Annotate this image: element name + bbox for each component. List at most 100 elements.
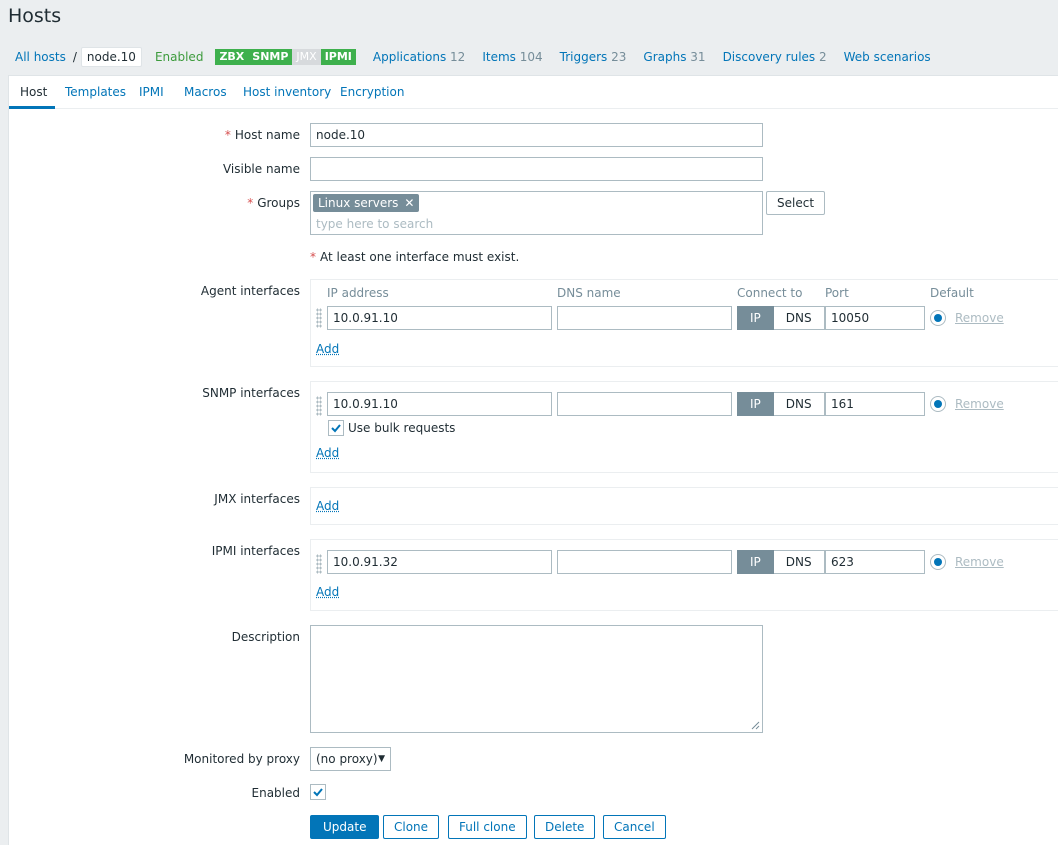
applications-link[interactable]: Applications 12 — [373, 50, 465, 64]
agent-interfaces-label: Agent interfaces — [200, 284, 300, 298]
snmp-port-input[interactable]: 161 — [825, 392, 925, 416]
ipmi-interfaces-label: IPMI interfaces — [211, 544, 300, 558]
groups-select-button[interactable]: Select — [766, 191, 826, 215]
host-form-panel: Host Templates IPMI Macros Host inventor… — [8, 75, 1058, 845]
ipmi-default-radio[interactable] — [930, 554, 946, 570]
snmp-add-link[interactable]: Add — [316, 446, 339, 460]
enabled-checkbox[interactable] — [310, 784, 326, 800]
cancel-button[interactable]: Cancel — [603, 815, 666, 839]
agent-default-radio[interactable] — [930, 310, 946, 326]
discovery-rules-link[interactable]: Discovery rules 2 — [723, 50, 827, 64]
drag-handle-icon[interactable] — [316, 554, 322, 574]
all-hosts-link[interactable]: All hosts — [15, 50, 66, 64]
ipmi-interfaces-box: 10.0.91.32 IP DNS 623 Remove Add — [310, 539, 1058, 611]
col-connect-to: Connect to — [737, 286, 803, 300]
col-dns-name: DNS name — [557, 286, 621, 300]
snmp-dns-input[interactable] — [557, 392, 732, 416]
proxy-select[interactable]: (no proxy) ▼ — [310, 747, 391, 771]
snmp-connect-dns[interactable]: DNS — [773, 392, 825, 416]
triggers-link-label[interactable]: Triggers — [560, 50, 608, 64]
groups-label-text: Groups — [257, 196, 300, 210]
agent-connect-dns[interactable]: DNS — [773, 306, 825, 330]
snmp-interfaces-label: SNMP interfaces — [202, 386, 300, 400]
web-scenarios-link[interactable]: Web scenarios — [844, 50, 931, 64]
groups-search-placeholder: type here to search — [316, 217, 434, 231]
ipmi-connect-dns[interactable]: DNS — [773, 550, 825, 574]
check-icon — [313, 788, 323, 797]
snmp-ip-input[interactable]: 10.0.91.10 — [327, 392, 552, 416]
resize-handle-icon[interactable] — [751, 721, 760, 730]
agent-connect-toggle: IP DNS — [737, 306, 825, 330]
snmp-connect-ip[interactable]: IP — [737, 392, 774, 416]
update-button[interactable]: Update — [310, 815, 380, 839]
applications-count: 12 — [450, 50, 466, 64]
graphs-link-label[interactable]: Graphs — [643, 50, 686, 64]
tab-host-inventory[interactable]: Host inventory — [243, 85, 331, 99]
tab-ipmi[interactable]: IPMI — [139, 85, 164, 99]
items-link[interactable]: Items 104 — [482, 50, 542, 64]
interface-note: * At least one interface must exist. — [310, 250, 519, 264]
clone-button[interactable]: Clone — [383, 815, 440, 839]
agent-ip-input[interactable]: 10.0.91.10 — [327, 306, 552, 330]
agent-interfaces-box: IP address DNS name Connect to Port Defa… — [310, 279, 1058, 367]
host-name-input[interactable]: node.10 — [310, 123, 763, 147]
agent-port-input[interactable]: 10050 — [825, 306, 925, 330]
host-name-label: * Host name — [100, 128, 300, 142]
agent-add-link[interactable]: Add — [316, 342, 339, 356]
ipmi-add-link[interactable]: Add — [316, 585, 339, 599]
breadcrumb-current-host: node.10 — [80, 47, 142, 67]
items-link-label[interactable]: Items — [482, 50, 516, 64]
tab-bar: Host Templates IPMI Macros Host inventor… — [9, 76, 1058, 109]
col-ip-address: IP address — [327, 286, 389, 300]
snmp-remove-link[interactable]: Remove — [955, 397, 1004, 411]
full-clone-button[interactable]: Full clone — [448, 815, 527, 839]
jmx-add-link[interactable]: Add — [316, 499, 339, 513]
drag-handle-icon[interactable] — [316, 308, 322, 328]
web-scenarios-link-label[interactable]: Web scenarios — [844, 50, 931, 64]
groups-multiselect[interactable]: Linux servers ✕ type here to search — [310, 191, 763, 235]
tab-encryption[interactable]: Encryption — [340, 85, 404, 99]
ipmi-remove-link[interactable]: Remove — [955, 555, 1004, 569]
breadcrumb: All hosts / node.10 Enabled ZBX SNMP JMX… — [15, 46, 931, 68]
discovery-rules-link-label[interactable]: Discovery rules — [723, 50, 816, 64]
active-tab-indicator — [9, 106, 55, 109]
agent-dns-input[interactable] — [557, 306, 732, 330]
delete-button[interactable]: Delete — [534, 815, 596, 839]
ipmi-ip-input[interactable]: 10.0.91.32 — [327, 550, 552, 574]
snmp-bulk-label: Use bulk requests — [348, 421, 456, 435]
ipmi-connect-ip[interactable]: IP — [737, 550, 774, 574]
remove-group-icon[interactable]: ✕ — [404, 196, 414, 210]
required-mark: * — [224, 128, 231, 142]
triggers-link[interactable]: Triggers 23 — [560, 50, 627, 64]
ipmi-port-input[interactable]: 623 — [825, 550, 925, 574]
agent-remove-link[interactable]: Remove — [955, 311, 1004, 325]
tab-host[interactable]: Host — [20, 85, 47, 99]
snmp-default-radio[interactable] — [930, 396, 946, 412]
host-name-label-text: Host name — [234, 128, 300, 142]
dropdown-arrow-icon: ▼ — [378, 754, 385, 764]
drag-handle-icon[interactable] — [316, 396, 322, 416]
tab-macros[interactable]: Macros — [184, 85, 227, 99]
interface-note-text: At least one interface must exist. — [320, 250, 520, 264]
host-status[interactable]: Enabled — [155, 50, 204, 64]
snmp-bulk-checkbox[interactable] — [328, 420, 344, 436]
jmx-badge: JMX — [292, 49, 321, 65]
applications-link-label[interactable]: Applications — [373, 50, 446, 64]
ipmi-dns-input[interactable] — [557, 550, 732, 574]
group-chip-label: Linux servers — [318, 196, 399, 210]
graphs-count: 31 — [690, 50, 706, 64]
breadcrumb-separator: / — [72, 50, 77, 64]
proxy-label: Monitored by proxy — [183, 752, 300, 766]
groups-label: * Groups — [100, 196, 300, 210]
triggers-count: 23 — [611, 50, 627, 64]
availability-badges: ZBX SNMP JMX IPMI — [215, 49, 356, 65]
required-mark: * — [247, 196, 254, 210]
graphs-link[interactable]: Graphs 31 — [643, 50, 705, 64]
description-textarea[interactable] — [310, 625, 763, 733]
snmp-connect-toggle: IP DNS — [737, 392, 825, 416]
visible-name-input[interactable] — [310, 157, 763, 181]
required-mark: * — [310, 250, 316, 264]
tab-templates[interactable]: Templates — [65, 85, 126, 99]
visible-name-label: Visible name — [222, 162, 300, 176]
agent-connect-ip[interactable]: IP — [737, 306, 774, 330]
